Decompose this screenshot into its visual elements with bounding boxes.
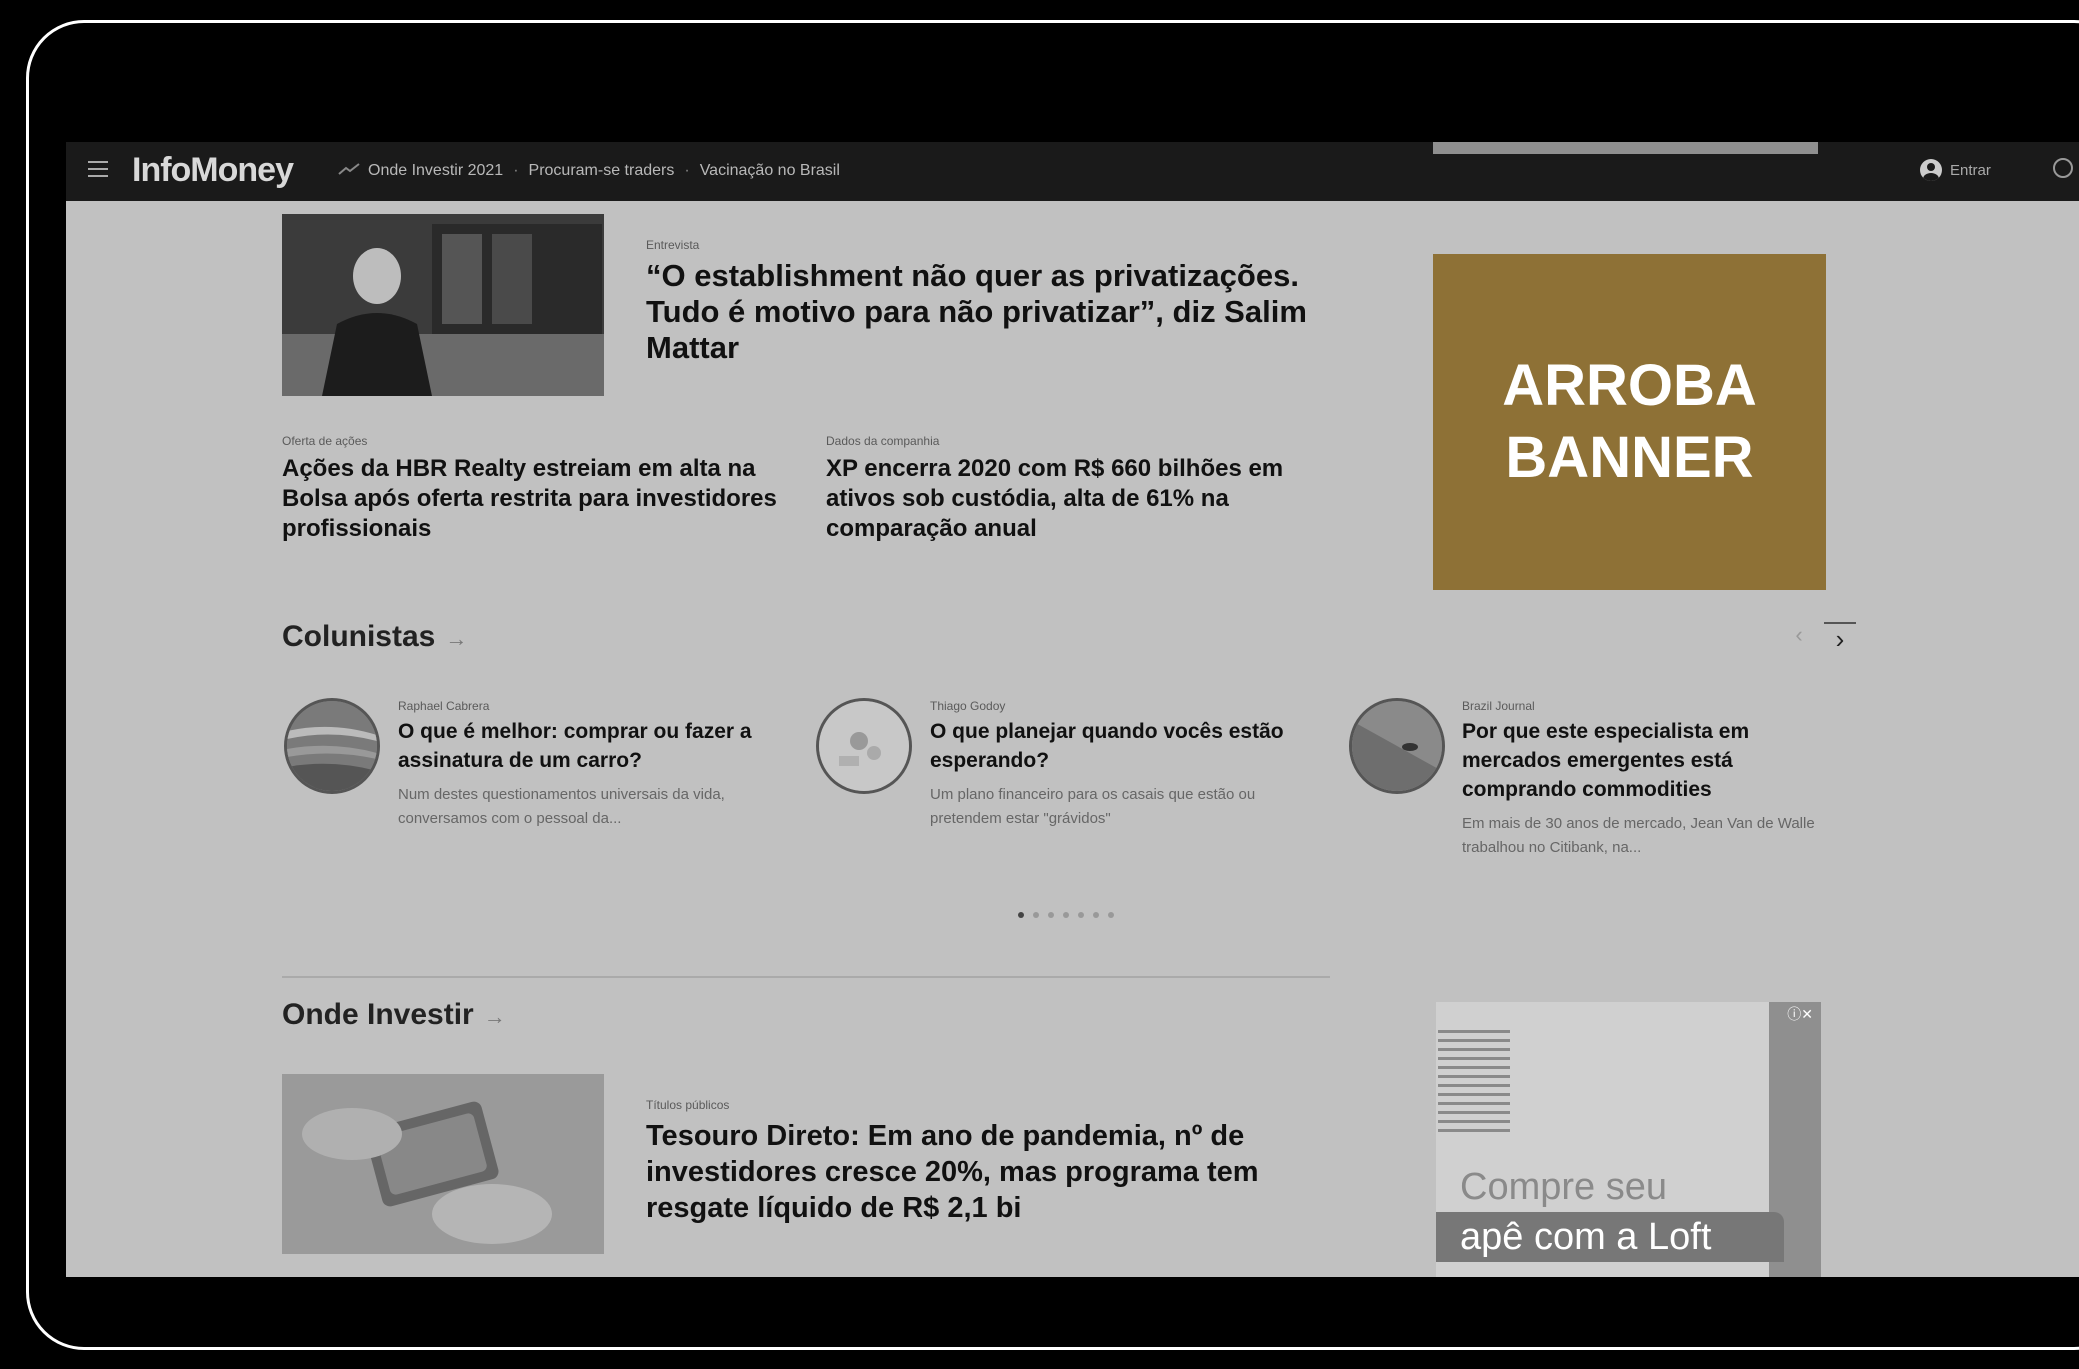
story-card: Dados da companhia XP encerra 2020 com R…	[826, 434, 1326, 544]
loft-ad[interactable]: ⓘ✕ Compre seu apê com a Loft	[1436, 1002, 1821, 1277]
section-divider	[282, 976, 1330, 978]
story-headline[interactable]: Ações da HBR Realty estreiam em alta na …	[282, 454, 782, 544]
columnist-card: Raphael Cabrera O que é melhor: comprar …	[398, 699, 778, 831]
columnist-excerpt: Um plano financeiro para os casais que e…	[930, 786, 1256, 827]
columnist-card: Brazil Journal Por que este especialista…	[1462, 699, 1852, 860]
carousel-next-button[interactable]: ›	[1824, 622, 1856, 654]
banner-line-1: ARROBA	[1502, 353, 1757, 418]
section-title-label: Colunistas	[282, 620, 436, 653]
carousel-dot[interactable]	[1108, 912, 1114, 918]
carousel-dot[interactable]	[1018, 912, 1024, 918]
arrow-right-icon: →	[483, 1004, 506, 1029]
columnist-author[interactable]: Raphael Cabrera	[398, 699, 778, 713]
section-title-onde-investir[interactable]: Onde Investir →	[282, 998, 506, 1032]
onde-investir-kicker: Títulos públicos	[646, 1098, 730, 1112]
site-logo[interactable]: InfoMoney	[132, 151, 294, 190]
top-story-kicker: Entrevista	[646, 238, 700, 252]
nav-link-traders[interactable]: Procuram-se traders	[529, 162, 675, 180]
trending-icon	[338, 163, 360, 175]
ad-text: Compre seu apê com a Loft	[1436, 1162, 1784, 1262]
ad-line-2: apê com a Loft	[1436, 1212, 1784, 1262]
carousel-dot[interactable]	[1048, 912, 1054, 918]
columnist-headline[interactable]: Por que este especialista em mercados em…	[1462, 717, 1852, 804]
top-story-text: Entrevista “O establishment não quer as …	[646, 238, 1346, 366]
carousel-dot[interactable]	[1093, 912, 1099, 918]
trending-links: Onde Investir 2021 · Procuram-se traders…	[368, 162, 840, 180]
browser-viewport: InfoMoney Onde Investir 2021 · Procuram-…	[66, 142, 2079, 1277]
story-kicker: Oferta de ações	[282, 434, 368, 448]
columnist-author[interactable]: Brazil Journal	[1462, 699, 1852, 713]
login-label: Entrar	[1950, 161, 1991, 179]
onde-investir-image[interactable]	[282, 1074, 604, 1254]
nav-separator: ·	[513, 162, 519, 179]
nav-link-onde-investir[interactable]: Onde Investir 2021	[368, 162, 503, 180]
columnist-author[interactable]: Thiago Godoy	[930, 699, 1310, 713]
onde-investir-headline[interactable]: Tesouro Direto: Em ano de pandemia, nº d…	[646, 1118, 1346, 1226]
banner-line-2: BANNER	[1505, 425, 1754, 490]
columnist-excerpt: Num destes questionamentos universais da…	[398, 786, 725, 827]
carousel-prev-button[interactable]: ‹	[1786, 622, 1812, 650]
carousel-dot[interactable]	[1033, 912, 1039, 918]
columnist-headline[interactable]: O que é melhor: comprar ou fazer a assin…	[398, 717, 778, 775]
columnist-headline[interactable]: O que planejar quando vocês estão espera…	[930, 717, 1310, 775]
columnist-avatar[interactable]	[816, 698, 912, 794]
arroba-banner[interactable]: ARROBA BANNER	[1433, 254, 1826, 590]
carousel-dot[interactable]	[1078, 912, 1084, 918]
top-story-image[interactable]	[282, 214, 604, 396]
story-card: Oferta de ações Ações da HBR Realty estr…	[282, 434, 782, 544]
onde-investir-text: Títulos públicos Tesouro Direto: Em ano …	[646, 1098, 1346, 1226]
story-kicker: Dados da companhia	[826, 434, 940, 448]
columnist-avatar[interactable]	[1349, 698, 1445, 794]
ad-close-icon[interactable]: ⓘ✕	[1787, 1004, 1813, 1024]
carousel-pagination	[1018, 912, 1114, 918]
user-icon	[1920, 159, 1942, 181]
columnist-card: Thiago Godoy O que planejar quando vocês…	[930, 699, 1310, 831]
ad-line-1: Compre seu	[1460, 1166, 1667, 1208]
ad-stripes	[1438, 1030, 1510, 1134]
ad-placeholder-bar	[1433, 142, 1818, 154]
top-story-headline[interactable]: “O establishment não quer as privatizaçõ…	[646, 258, 1346, 366]
section-title-label: Onde Investir	[282, 998, 474, 1031]
columnist-avatar[interactable]	[284, 698, 380, 794]
nav-separator: ·	[684, 162, 690, 179]
login-button[interactable]: Entrar	[1920, 159, 1991, 181]
section-title-colunistas[interactable]: Colunistas →	[282, 620, 467, 654]
search-icon[interactable]	[2053, 158, 2073, 178]
carousel-dot[interactable]	[1063, 912, 1069, 918]
story-headline[interactable]: XP encerra 2020 com R$ 660 bilhões em at…	[826, 454, 1326, 544]
columnist-excerpt: Em mais de 30 anos de mercado, Jean Van …	[1462, 815, 1815, 856]
nav-link-vacinacao[interactable]: Vacinação no Brasil	[700, 162, 840, 180]
arrow-right-icon: →	[445, 626, 468, 651]
menu-icon[interactable]	[88, 161, 108, 177]
